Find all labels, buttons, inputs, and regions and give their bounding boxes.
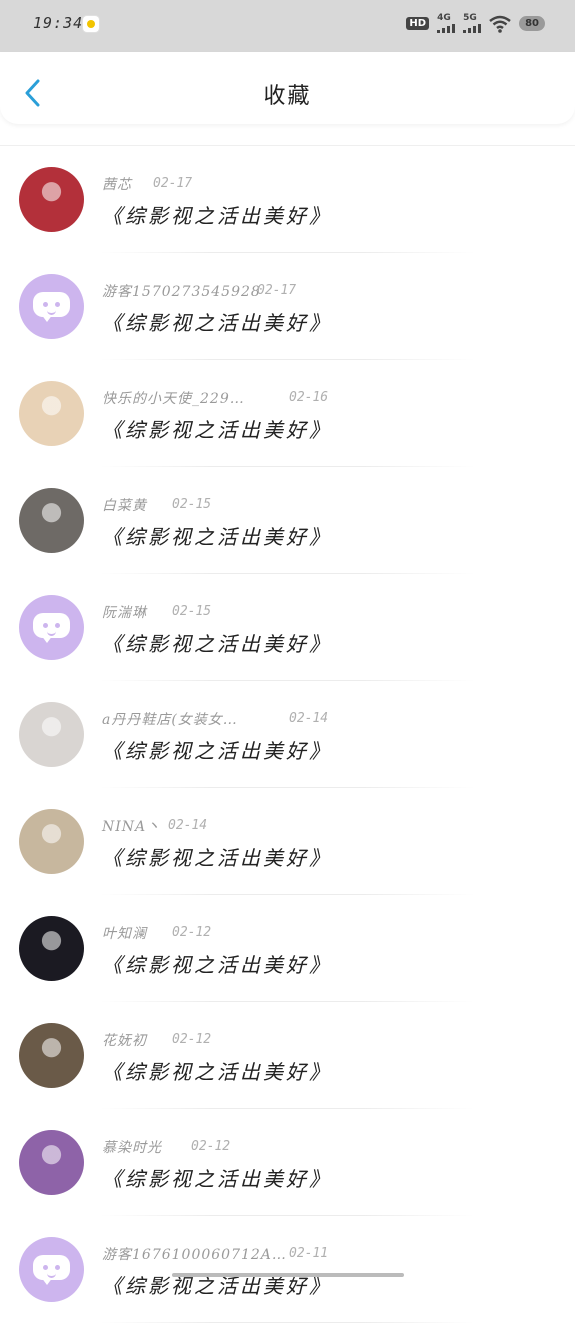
battery-indicator: 80 bbox=[519, 16, 545, 31]
status-icons: HD 4G 5G 80 bbox=[406, 14, 545, 33]
user-name: a丹丹鞋店(女装女… bbox=[102, 712, 238, 728]
list-item[interactable]: 叶知澜 02-12 《综影视之活出美好》 bbox=[0, 895, 575, 1002]
list-item[interactable]: 阮湍琳 02-15 《综影视之活出美好》 bbox=[0, 574, 575, 681]
list-item[interactable]: NINA丶 02-14 《综影视之活出美好》 bbox=[0, 788, 575, 895]
favorite-date: 02-12 bbox=[172, 1032, 212, 1047]
user-name: 阮湍琳 bbox=[102, 605, 147, 621]
status-time: 19:34 bbox=[33, 14, 84, 32]
signal-4g-label: 4G bbox=[437, 13, 451, 23]
avatar[interactable] bbox=[19, 381, 84, 446]
list-item[interactable]: a丹丹鞋店(女装女… 02-14 《综影视之活出美好》 bbox=[0, 681, 575, 788]
favorite-date: 02-15 bbox=[172, 497, 212, 512]
avatar[interactable] bbox=[19, 1130, 84, 1195]
book-title[interactable]: 《综影视之活出美好》 bbox=[102, 949, 332, 978]
signal-4g-icon: 4G bbox=[437, 13, 456, 33]
favorite-date: 02-14 bbox=[289, 711, 329, 726]
status-bar: 19:34 HD 4G 5G 80 bbox=[0, 0, 575, 52]
user-name: 花妩初 bbox=[102, 1033, 147, 1049]
user-name: NINA丶 bbox=[102, 819, 162, 835]
guest-avatar-icon[interactable] bbox=[19, 274, 84, 339]
avatar[interactable] bbox=[19, 702, 84, 767]
signal-bars-icon bbox=[463, 23, 482, 33]
hd-voice-icon: HD bbox=[406, 17, 430, 30]
avatar[interactable] bbox=[19, 488, 84, 553]
list-item[interactable]: 花妩初 02-12 《综影视之活出美好》 bbox=[0, 1002, 575, 1109]
book-title[interactable]: 《综影视之活出美好》 bbox=[102, 1056, 332, 1085]
book-title[interactable]: 《综影视之活出美好》 bbox=[102, 307, 332, 336]
book-title[interactable]: 《综影视之活出美好》 bbox=[102, 628, 332, 657]
signal-5g-label: 5G bbox=[463, 13, 477, 23]
list-item[interactable]: 白菜黄 02-15 《综影视之活出美好》 bbox=[0, 467, 575, 574]
book-title[interactable]: 《综影视之活出美好》 bbox=[102, 200, 332, 229]
avatar[interactable] bbox=[19, 1023, 84, 1088]
user-name: 游客1676100060712A… bbox=[102, 1247, 287, 1263]
favorites-list: 茜芯 02-17 《综影视之活出美好》 游客1570273545928 02-17 《综影… bbox=[0, 145, 575, 1323]
user-name: 快乐的小天使_229… bbox=[102, 391, 245, 407]
user-name: 叶知澜 bbox=[102, 926, 147, 942]
avatar[interactable] bbox=[19, 916, 84, 981]
guest-avatar-icon[interactable] bbox=[19, 1237, 84, 1302]
wifi-icon bbox=[489, 15, 511, 33]
list-item[interactable]: 慕染时光 02-12 《综影视之活出美好》 bbox=[0, 1109, 575, 1216]
book-title[interactable]: 《综影视之活出美好》 bbox=[102, 842, 332, 871]
favorite-date: 02-11 bbox=[289, 1246, 329, 1261]
signal-bars-icon bbox=[437, 23, 456, 33]
avatar[interactable] bbox=[19, 809, 84, 874]
avatar[interactable] bbox=[19, 167, 84, 232]
book-title[interactable]: 《综影视之活出美好》 bbox=[102, 1163, 332, 1192]
user-name: 慕染时光 bbox=[102, 1140, 162, 1156]
favorite-date: 02-17 bbox=[153, 176, 193, 191]
list-item[interactable]: 游客1676100060712A… 02-11 《综影视之活出美好》 bbox=[0, 1216, 575, 1323]
book-title[interactable]: 《综影视之活出美好》 bbox=[102, 414, 332, 443]
favorite-date: 02-12 bbox=[172, 925, 212, 940]
page-title: 收藏 bbox=[263, 84, 312, 109]
favorite-date: 02-17 bbox=[257, 283, 297, 298]
favorite-date: 02-14 bbox=[168, 818, 208, 833]
user-name: 游客1570273545928 bbox=[102, 284, 261, 300]
guest-avatar-icon[interactable] bbox=[19, 595, 84, 660]
list-item[interactable]: 茜芯 02-17 《综影视之活出美好》 bbox=[0, 146, 575, 253]
book-title[interactable]: 《综影视之活出美好》 bbox=[102, 521, 332, 550]
favorite-date: 02-12 bbox=[191, 1139, 231, 1154]
favorite-date: 02-15 bbox=[172, 604, 212, 619]
user-name: 茜芯 bbox=[102, 177, 132, 193]
user-name: 白菜黄 bbox=[102, 498, 147, 514]
home-indicator[interactable] bbox=[172, 1273, 404, 1277]
notification-app-icon bbox=[83, 16, 99, 32]
list-item[interactable]: 快乐的小天使_229… 02-16 《综影视之活出美好》 bbox=[0, 360, 575, 467]
book-title[interactable]: 《综影视之活出美好》 bbox=[102, 735, 332, 764]
app-header: 收藏 bbox=[0, 52, 575, 124]
list-item[interactable]: 游客1570273545928 02-17 《综影视之活出美好》 bbox=[0, 253, 575, 360]
signal-5g-icon: 5G bbox=[463, 13, 482, 33]
favorite-date: 02-16 bbox=[289, 390, 329, 405]
